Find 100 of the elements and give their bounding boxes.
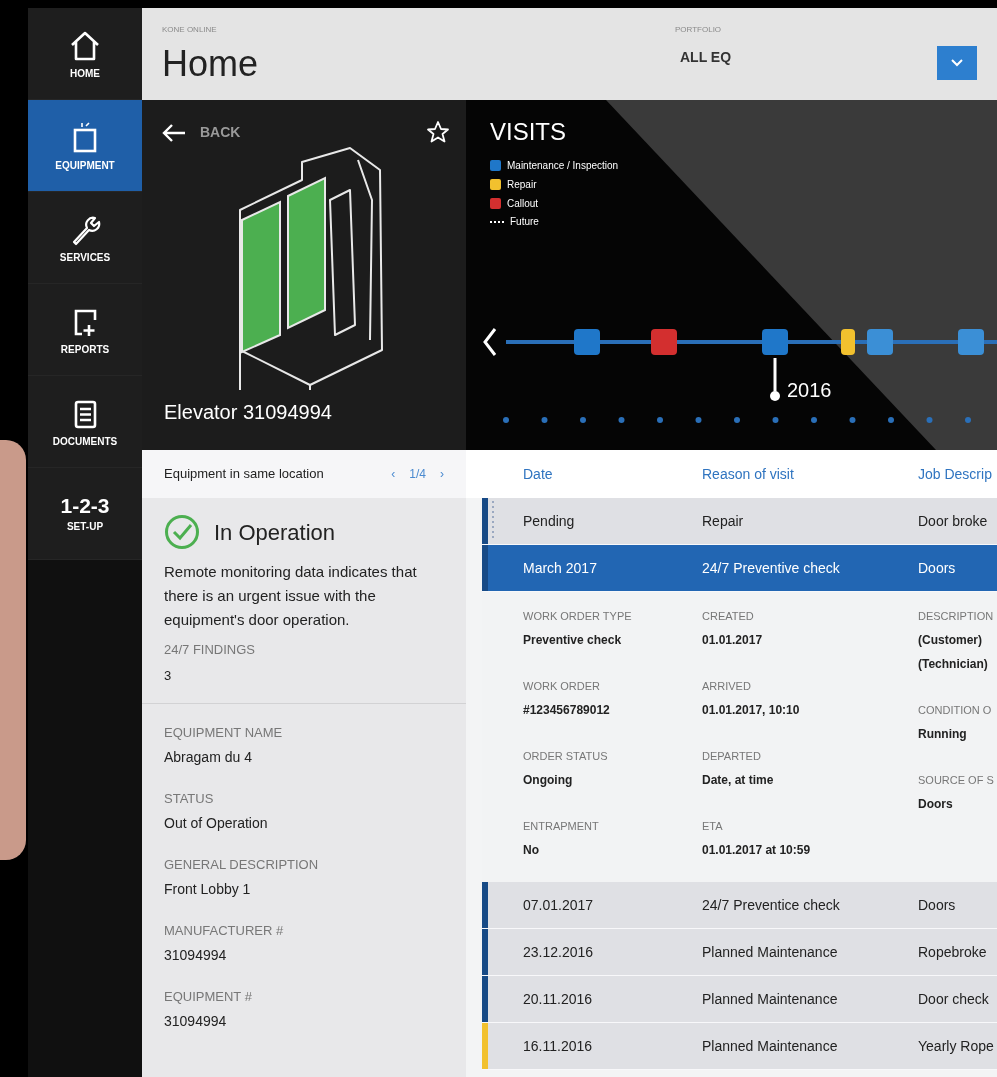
detail-label: CONDITION O: [918, 703, 993, 718]
table-row[interactable]: Pending Repair Door broke: [482, 498, 997, 545]
nav-item[interactable]: DOCUMENTS: [28, 376, 142, 468]
detail-value: (Technician): [918, 656, 989, 673]
column-header[interactable]: Date: [523, 463, 702, 485]
field-label: GENERAL DESCRIPTION: [164, 856, 320, 874]
detail-label: DESCRIPTION: [918, 609, 995, 624]
table-cell-text: 07.01.2017: [523, 895, 595, 915]
field-value: Abragam du 4: [164, 748, 253, 766]
detail-value: 01.01.2017, 10:10: [702, 702, 801, 719]
nav-item[interactable]: SERVICES: [28, 192, 142, 284]
nav-item[interactable]: EQUIPMENT: [28, 100, 142, 192]
detail-label: ORDER STATUS: [523, 749, 609, 764]
field-label: MANUFACTURER #: [164, 922, 285, 940]
timeline-year: 2016: [787, 380, 832, 400]
field-value: 31094994: [164, 1012, 228, 1030]
field-value: Front Lobby 1: [164, 880, 252, 898]
nav-item[interactable]: 1-2-3 SET-UP: [28, 468, 142, 560]
table-cell-text: Door broke: [918, 511, 989, 531]
pager-text: 1/4: [408, 466, 427, 483]
findings-value: 3: [164, 666, 173, 685]
column-header[interactable]: Reason of visit: [702, 463, 918, 485]
field-label: EQUIPMENT #: [164, 988, 253, 1006]
detail-label: WORK ORDER TYPE: [523, 609, 633, 624]
dotted-line-icon: [490, 220, 504, 224]
status-message: Remote monitoring data indicates that there is an urgent issue with the equipment's door operation.: [164, 562, 418, 630]
equipment-name: Elevator 31094994: [164, 400, 332, 425]
portfolio-value: ALL EQ: [680, 50, 732, 64]
table-cell-text: Doors: [918, 895, 957, 915]
legend-label: Callout: [507, 198, 539, 209]
detail-value: Preventive check: [523, 632, 623, 649]
detail-label: ARRIVED: [702, 679, 752, 694]
table-cell-text: Planned Maintenance: [702, 942, 839, 962]
table-cell-text: Repair: [702, 511, 745, 531]
table-cell-text: 20.11.2016: [523, 989, 594, 1009]
table-row[interactable]: March 2017 24/7 Preventive check Doors: [482, 545, 997, 592]
detail-label: WORK ORDER: [523, 679, 601, 694]
detail-label: SOURCE OF S: [918, 773, 995, 788]
table-cell-text: 24/7 Preventice check: [702, 895, 841, 915]
detail-value: No: [523, 842, 540, 859]
visits-title: VISITS: [490, 120, 568, 144]
timeline-marker[interactable]: [841, 329, 855, 355]
year-tick-icon: [770, 358, 780, 402]
detail-value: (Customer): [918, 632, 983, 649]
setup-glyph: 1-2-3: [60, 495, 110, 516]
nav-item[interactable]: HOME: [28, 8, 142, 100]
status-title: In Operation: [214, 518, 336, 547]
page-title: Home: [162, 46, 259, 82]
timeline-marker[interactable]: [958, 329, 984, 355]
detail-label: ENTRAPMENT: [523, 819, 600, 834]
table-cell-text: March 2017: [523, 558, 598, 578]
legend-label: Maintenance / Inspection: [507, 160, 619, 171]
table-cell-text: 16.11.2016: [523, 1036, 594, 1056]
back-button[interactable]: BACK: [162, 122, 241, 143]
detail-value: 01.01.2017 at 10:59: [702, 842, 812, 859]
table-row[interactable]: 07.01.2017 24/7 Preventice check Doors: [482, 882, 997, 929]
table-row[interactable]: 23.12.2016 Planned Maintenance Ropebroke: [482, 929, 997, 976]
table-cell-text: Planned Maintenance: [702, 989, 839, 1009]
column-header[interactable]: Job Descrip: [918, 463, 997, 485]
table-cell-text: Planned Maintenance: [702, 1036, 839, 1056]
portfolio-label: PORTFOLIO: [675, 26, 723, 34]
table-cell-text: Doors: [918, 558, 957, 578]
detail-value: Running: [918, 726, 968, 743]
chevron-down-icon: [951, 59, 963, 67]
table-row[interactable]: 20.11.2016 Planned Maintenance Door check: [482, 976, 997, 1023]
next-button[interactable]: ›: [432, 465, 444, 483]
dropdown-button[interactable]: [937, 46, 977, 80]
table-cell-text: 24/7 Preventive check: [702, 558, 841, 578]
field-value: Out of Operation: [164, 814, 269, 832]
table-cell-text: Ropebroke: [918, 942, 988, 962]
star-icon: [426, 120, 450, 144]
timeline-marker[interactable]: [574, 329, 600, 355]
detail-label: CREATED: [702, 609, 755, 624]
timeline-marker[interactable]: [762, 329, 788, 355]
field-label: STATUS: [164, 790, 215, 808]
legend-label: Repair: [507, 179, 537, 190]
table-row[interactable]: 16.11.2016 Planned Maintenance Yearly Rope: [482, 1023, 997, 1070]
field-label: EQUIPMENT NAME: [164, 724, 284, 742]
detail-value: Date, at time: [702, 772, 775, 789]
table-cell-text: Pending: [523, 511, 576, 531]
location-title: Equipment in same location: [164, 465, 325, 484]
detail-label: ETA: [702, 819, 724, 834]
favorite-button[interactable]: [426, 120, 450, 144]
detail-value: Doors: [918, 796, 954, 813]
app-name: KONE ONLINE: [162, 26, 218, 34]
table-cell-text: Yearly Rope: [918, 1036, 995, 1056]
nav-item[interactable]: REPORTS: [28, 284, 142, 376]
arrow-left-icon: [162, 122, 186, 143]
detail-value: Ongoing: [523, 772, 574, 789]
check-circle-icon: [164, 514, 200, 550]
field-value: 31094994: [164, 946, 228, 964]
timeline-marker[interactable]: [651, 329, 677, 355]
findings-label: 24/7 FINDINGS: [164, 641, 257, 659]
detail-label: DEPARTED: [702, 749, 762, 764]
detail-value: #123456789012: [523, 702, 611, 719]
table-cell-text: Door check: [918, 989, 990, 1009]
chevron-left-icon: [483, 327, 497, 357]
table-cell-text: 23.12.2016: [523, 942, 595, 962]
detail-value: 01.01.2017: [702, 632, 764, 649]
timeline-marker[interactable]: [867, 329, 893, 355]
